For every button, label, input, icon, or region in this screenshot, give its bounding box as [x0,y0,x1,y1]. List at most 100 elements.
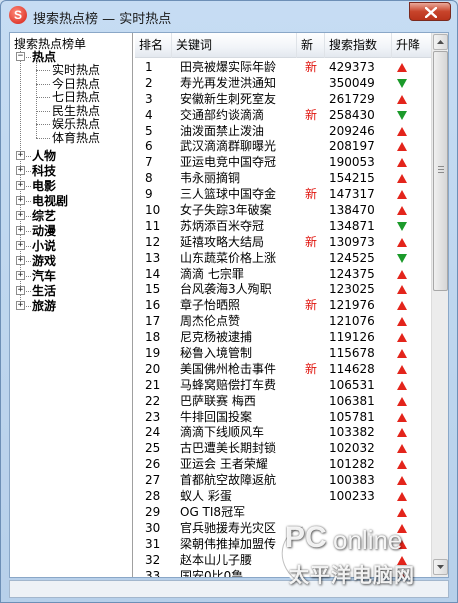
expand-icon[interactable]: + [16,285,25,295]
keyword-link[interactable]: 梁朝伟推掉加盟传 [180,536,308,552]
expand-icon[interactable]: + [16,195,25,205]
tree-category[interactable]: 科技 [32,164,56,178]
table-row[interactable]: 18 尼克杨被逮捕 119126 [135,329,432,345]
tree-category[interactable]: 汽车 [32,269,56,283]
keyword-link[interactable]: 官兵驰援寿光灾区 [180,520,308,536]
keyword-link[interactable]: 牛排回国投案 [180,409,308,425]
tree-category[interactable]: 电影 [32,179,56,193]
expand-icon[interactable]: + [16,150,25,160]
keyword-link[interactable]: 蚁人 彩蛋 [180,488,308,504]
keyword-link[interactable]: 章子怡晒照 [180,297,308,313]
table-row[interactable]: 26 亚运会 王者荣耀 101282 [135,456,432,472]
tree-category[interactable]: 动漫 [32,224,56,238]
table-row[interactable]: 9 三人篮球中国夺金新 147317 [135,186,432,202]
keyword-link[interactable]: 马蜂窝赔偿打车费 [180,377,308,393]
keyword-link[interactable]: 台风袭海3人殉职 [180,281,308,297]
tree-subitem[interactable]: 娱乐热点 [52,117,100,131]
keyword-link[interactable]: 国安0比0鲁 [180,568,308,578]
table-row[interactable]: 24 滴滴下线顺风车 103382 [135,424,432,440]
vertical-scrollbar[interactable] [431,33,448,577]
tree-category[interactable]: 旅游 [32,299,56,313]
table-row[interactable]: 4 交通部约谈滴滴新 258430 [135,107,432,123]
keyword-link[interactable]: 美国佛州枪击事件 [180,361,308,377]
expand-icon[interactable]: + [16,300,25,310]
expand-icon[interactable]: + [16,225,25,235]
table-row[interactable]: 31 梁朝伟推掉加盟传 [135,536,432,552]
table-row[interactable]: 1 田亮被爆实际年龄新 429373 [135,59,432,75]
keyword-link[interactable]: 古巴遭美长期封锁 [180,440,308,456]
table-row[interactable]: 19 秘鲁入境管制 115678 [135,345,432,361]
table-row[interactable]: 6 武汉滴滴群聊曝光 208197 [135,138,432,154]
scroll-up-button[interactable] [433,34,448,50]
table-row[interactable]: 30 官兵驰援寿光灾区 [135,520,432,536]
column-header-new[interactable]: 新 [297,33,325,58]
close-button[interactable] [409,2,451,21]
keyword-link[interactable]: 寿光再发泄洪通知 [180,75,308,91]
keyword-link[interactable]: 亚运电竞中国夺冠 [180,154,308,170]
table-row[interactable]: 2 寿光再发泄洪通知 350049 [135,75,432,91]
tree-category[interactable]: 生活 [32,284,56,298]
keyword-link[interactable]: 交通部约谈滴滴 [180,107,308,123]
column-header-rank[interactable]: 排名 [135,33,172,58]
table-row[interactable]: 22 巴萨联赛 梅西 106381 [135,393,432,409]
expand-icon[interactable]: + [16,270,25,280]
table-row[interactable]: 16 章子怡晒照新 121976 [135,297,432,313]
tree-subitem[interactable]: 七日热点 [52,90,100,104]
table-row[interactable]: 32 赵本山儿子腰 [135,552,432,568]
keyword-link[interactable]: 田亮被爆实际年龄 [180,59,308,75]
table-row[interactable]: 13 山东蔬菜价格上涨 124525 [135,250,432,266]
table-row[interactable]: 11 苏炳添百米夺冠 134871 [135,218,432,234]
keyword-link[interactable]: 滴滴下线顺风车 [180,424,308,440]
tree-category[interactable]: 游戏 [32,254,56,268]
keyword-link[interactable]: 秘鲁入境管制 [180,345,308,361]
tree-category[interactable]: 电视剧 [32,194,68,208]
tree-subitem[interactable]: 实时热点 [52,63,100,77]
expand-icon[interactable]: + [16,165,25,175]
table-row[interactable]: 29 OG TI8冠军 [135,504,432,520]
keyword-link[interactable]: 山东蔬菜价格上涨 [180,250,308,266]
expand-icon[interactable]: + [16,255,25,265]
keyword-link[interactable]: 周杰伦点赞 [180,313,308,329]
keyword-link[interactable]: 武汉滴滴群聊曝光 [180,138,308,154]
table-row[interactable]: 28 蚁人 彩蛋 100233 [135,488,432,504]
tree-category[interactable]: 综艺 [32,209,56,223]
table-row[interactable]: 27 首都航空故障返航 100383 [135,472,432,488]
keyword-link[interactable]: 女子失踪3年破案 [180,202,308,218]
keyword-link[interactable]: 滴滴 七宗罪 [180,266,308,282]
scroll-thumb[interactable] [433,51,448,291]
tree-subitem[interactable]: 民生热点 [52,104,100,118]
keyword-link[interactable]: 赵本山儿子腰 [180,552,308,568]
keyword-link[interactable]: 韦永丽摘铜 [180,170,308,186]
expand-icon[interactable]: + [16,210,25,220]
expand-icon[interactable]: + [16,180,25,190]
column-header-trend[interactable]: 升降 [392,33,432,58]
table-row[interactable]: 5 油泼面禁止泼油 209246 [135,123,432,139]
tree-category[interactable]: 小说 [32,239,56,253]
keyword-link[interactable]: 苏炳添百米夺冠 [180,218,308,234]
keyword-link[interactable]: 首都航空故障返航 [180,472,308,488]
category-tree[interactable]: 搜索热点榜单 − 热点 实时热点 今日热点 七日热点 民生热点 娱乐热点 体育热点 + 人物 + 科技… [10,33,133,577]
table-row[interactable]: 33 国安0比0鲁 [135,568,432,578]
collapse-icon[interactable]: − [16,52,25,61]
table-row[interactable]: 7 亚运电竞中国夺冠 190053 [135,154,432,170]
hot-search-list[interactable]: 排名 关键词 新 搜索指数 升降 1 田亮被爆实际年龄新 429373 2 寿光再发泄洪… [135,33,432,577]
table-row[interactable]: 20 美国佛州枪击事件新 114628 [135,361,432,377]
keyword-link[interactable]: 三人篮球中国夺金 [180,186,308,202]
table-row[interactable]: 23 牛排回国投案 105781 [135,409,432,425]
tree-subitem[interactable]: 今日热点 [52,77,100,91]
table-row[interactable]: 10 女子失踪3年破案 138470 [135,202,432,218]
table-row[interactable]: 3 安徽新生刺死室友 261729 [135,91,432,107]
keyword-link[interactable]: 延禧攻略大结局 [180,234,308,250]
keyword-link[interactable]: 巴萨联赛 梅西 [180,393,308,409]
tree-subitem[interactable]: 体育热点 [52,131,100,145]
column-header-keyword[interactable]: 关键词 [172,33,297,58]
tree-category[interactable]: 热点 [32,50,56,64]
table-row[interactable]: 8 韦永丽摘铜 154215 [135,170,432,186]
table-row[interactable]: 14 滴滴 七宗罪 124375 [135,266,432,282]
column-header-index[interactable]: 搜索指数 [325,33,392,58]
table-row[interactable]: 21 马蜂窝赔偿打车费 106531 [135,377,432,393]
keyword-link[interactable]: 油泼面禁止泼油 [180,123,308,139]
scroll-down-button[interactable] [433,559,448,575]
table-row[interactable]: 25 古巴遭美长期封锁 102032 [135,440,432,456]
keyword-link[interactable]: 尼克杨被逮捕 [180,329,308,345]
